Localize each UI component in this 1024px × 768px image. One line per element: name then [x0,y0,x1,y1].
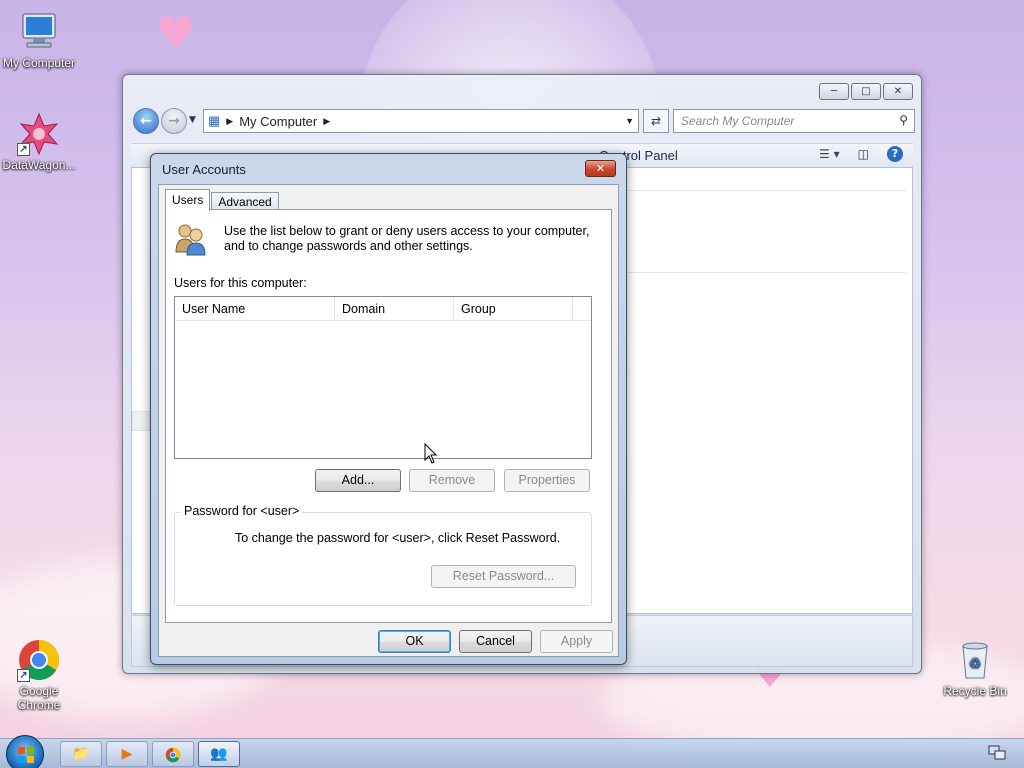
taskbar-user-accounts-button[interactable]: 👥 [198,741,240,767]
preview-pane-icon[interactable]: ◫ [858,147,869,161]
computer-small-icon: ▦ [208,113,221,128]
search-icon: ⚲ [899,113,908,127]
shortcut-arrow-icon: ↗ [17,669,30,682]
maximize-button[interactable]: □ [851,83,881,100]
apply-button[interactable]: Apply [540,630,613,653]
password-instructions: To change the password for <user>, click… [235,531,561,545]
help-icon[interactable]: ? [887,146,903,162]
dialog-body: Users Advanced Use the list below to gra… [158,184,619,657]
back-button[interactable]: ← [133,108,159,134]
password-group: Password for <user> To change the passwo… [174,504,592,606]
reset-password-button[interactable]: Reset Password... [431,565,576,588]
minimize-button[interactable]: ─ [819,83,849,100]
users-icon: 👥 [210,746,228,762]
network-tray-icon[interactable] [988,745,1006,761]
recycle-bin-icon: ♻ [953,638,997,682]
users-list-header: User Name Domain Group [175,297,591,321]
cancel-button[interactable]: Cancel [459,630,532,653]
start-button[interactable] [6,735,44,768]
breadcrumb-separator-icon: ▶ [323,115,331,126]
folder-icon: 📁 [72,746,90,762]
search-input[interactable]: Search My Computer ⚲ [673,109,915,133]
users-list[interactable]: User Name Domain Group [174,296,592,459]
change-view-icon[interactable]: ☰ ▾ [819,147,840,161]
properties-button[interactable]: Properties [504,469,590,492]
column-header-group[interactable]: Group [454,297,573,320]
users-icon [174,222,208,256]
address-bar[interactable]: ▦ ▶ My Computer ▶ ▼ [203,109,639,133]
column-header-user-name[interactable]: User Name [175,297,335,320]
chrome-icon: ↗ [17,638,61,682]
address-text: My Computer [239,113,318,129]
divider [622,272,906,273]
desktop-icon-label: My Computer [2,56,76,70]
taskbar-explorer-button[interactable]: 📁 [60,741,102,767]
tab-strip: Users Advanced [165,189,280,211]
recent-pages-dropdown-icon[interactable]: ▼ [189,115,196,125]
taskbar: 📁 ▶ 👥 [0,735,1024,768]
desktop-icon-my-computer[interactable]: My Computer [1,10,77,70]
shortcut-arrow-icon: ↗ [17,143,30,156]
windows-logo-icon [18,747,34,763]
remove-button[interactable]: Remove [409,469,495,492]
desktop-icon-label: Google Chrome [17,684,61,712]
media-player-icon: ▶ [121,746,133,762]
taskbar-media-player-button[interactable]: ▶ [106,741,148,767]
password-group-label: Password for <user> [181,504,303,518]
command-bar-icons: ☰ ▾ ◫ ? [819,146,903,162]
chrome-icon [165,747,181,763]
desktop-icon-recycle-bin[interactable]: ♻ Recycle Bin [937,638,1013,698]
desktop-icon-label: DataWagon... [2,158,76,172]
refresh-button[interactable]: ⇄ [643,109,669,133]
ok-button[interactable]: OK [378,630,451,653]
mouse-cursor-icon [424,442,438,465]
close-button[interactable]: ✕ [883,83,913,100]
divider [622,190,906,191]
add-button[interactable]: Add... [315,469,401,492]
users-tab-page: Use the list below to grant or deny user… [165,209,612,623]
desktop-icon-google-chrome[interactable]: ↗ Google Chrome [1,638,77,712]
breadcrumb-separator-icon: ▶ [226,115,234,126]
taskbar-chrome-button[interactable] [152,741,194,767]
navigation-pane-edge [132,411,152,431]
navigation-bar: ← → ▼ ▦ ▶ My Computer ▶ ▼ ⇄ Search My Co… [131,107,915,135]
user-accounts-dialog: User Accounts ✕ Users Advanced Use the l… [150,153,627,665]
desktop-icon-label: Recycle Bin [943,684,1007,698]
dialog-close-button[interactable]: ✕ [585,160,616,177]
wallpaper-heart-icon: ♥ [156,8,196,59]
computer-icon [17,10,61,54]
window-controls: ─ □ ✕ [819,83,913,100]
dialog-title: User Accounts [162,162,246,177]
desktop-icon-datawagon[interactable]: ↗ DataWagon... [1,112,77,172]
address-dropdown-icon[interactable]: ▼ [625,116,634,126]
users-list-label: Users for this computer: [174,276,307,290]
search-placeholder: Search My Computer [681,114,795,128]
forward-button[interactable]: → [161,108,187,134]
column-header-domain[interactable]: Domain [335,297,454,320]
datawagon-icon: ↗ [17,112,61,156]
svg-text:♻: ♻ [969,655,982,671]
tab-users[interactable]: Users [165,189,211,211]
intro-text: Use the list below to grant or deny user… [224,224,590,253]
